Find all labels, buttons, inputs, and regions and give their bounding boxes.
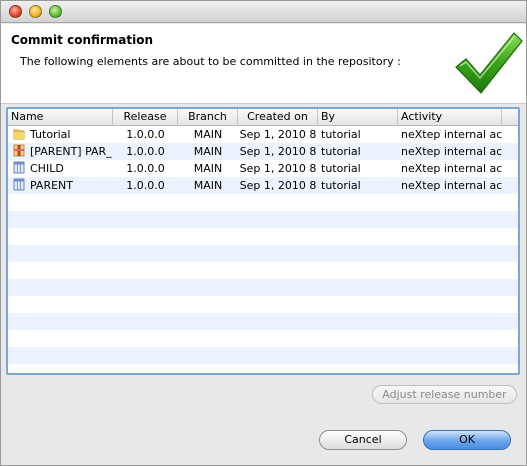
column-header-release[interactable]: Release bbox=[113, 109, 178, 125]
table-icon bbox=[13, 178, 25, 191]
column-header-name[interactable]: Name bbox=[8, 109, 113, 125]
cell-created-on: Sep 1, 2010 8 bbox=[239, 145, 317, 158]
cell-created-on: Sep 1, 2010 8 bbox=[239, 162, 317, 175]
cell-name-text: [PARENT] PAR_ bbox=[30, 145, 112, 158]
cell-by: tutorial bbox=[321, 179, 361, 192]
table-header: Name Release Branch Created on By Activi… bbox=[8, 109, 518, 126]
close-window-button[interactable] bbox=[9, 5, 22, 18]
empty-table-row bbox=[8, 347, 518, 364]
cell-branch: MAIN bbox=[193, 128, 223, 141]
table-row[interactable]: Tutorial 1.0.0.0 MAIN Sep 1, 2010 8 tutorial… bbox=[8, 126, 518, 143]
dialog-subtitle: The following elements are about to be c… bbox=[20, 55, 401, 68]
empty-table-row bbox=[8, 330, 518, 347]
cell-activity: neXtep internal ac bbox=[401, 145, 502, 158]
cancel-button[interactable]: Cancel bbox=[319, 430, 407, 450]
table-row[interactable]: PARENT 1.0.0.0 MAIN Sep 1, 2010 8 tutorial ne… bbox=[8, 177, 518, 194]
column-header-filler bbox=[502, 109, 518, 125]
table-icon bbox=[13, 161, 25, 174]
cell-created-on: Sep 1, 2010 8 bbox=[239, 128, 317, 141]
column-header-activity[interactable]: Activity bbox=[398, 109, 502, 125]
empty-table-row bbox=[8, 296, 518, 313]
column-header-by[interactable]: By bbox=[318, 109, 398, 125]
dialog-title: Commit confirmation bbox=[11, 33, 154, 47]
cell-name: Tutorial bbox=[13, 126, 113, 143]
cell-name: PARENT bbox=[13, 177, 113, 194]
cell-created-on: Sep 1, 2010 8 bbox=[239, 179, 317, 192]
column-header-created-on[interactable]: Created on bbox=[238, 109, 318, 125]
empty-table-row bbox=[8, 245, 518, 262]
empty-table-row bbox=[8, 262, 518, 279]
dialog-header: Commit confirmation The following elemen… bbox=[1, 24, 526, 104]
empty-table-row bbox=[8, 228, 518, 245]
folder-icon bbox=[13, 127, 25, 140]
cell-by: tutorial bbox=[321, 145, 361, 158]
title-bar bbox=[1, 1, 526, 23]
cell-name-text: CHILD bbox=[30, 162, 64, 175]
adjust-release-number-button[interactable]: Adjust release number bbox=[372, 385, 517, 404]
cell-name-text: Tutorial bbox=[30, 128, 71, 141]
cell-by: tutorial bbox=[321, 162, 361, 175]
commit-elements-table[interactable]: Name Release Branch Created on By Activi… bbox=[6, 107, 520, 375]
table-row[interactable]: CHILD 1.0.0.0 MAIN Sep 1, 2010 8 tutorial neX… bbox=[8, 160, 518, 177]
cell-branch: MAIN bbox=[193, 162, 223, 175]
package-icon bbox=[13, 144, 25, 157]
column-header-branch[interactable]: Branch bbox=[178, 109, 238, 125]
cell-branch: MAIN bbox=[193, 145, 223, 158]
table-row[interactable]: [PARENT] PAR_ 1.0.0.0 MAIN Sep 1, 2010 8 tut… bbox=[8, 143, 518, 160]
empty-table-row bbox=[8, 279, 518, 296]
cell-release: 1.0.0.0 bbox=[126, 145, 165, 158]
empty-table-row bbox=[8, 211, 518, 228]
cell-name: CHILD bbox=[13, 160, 113, 177]
minimize-window-button[interactable] bbox=[29, 5, 42, 18]
cell-by: tutorial bbox=[321, 128, 361, 141]
cell-name-text: PARENT bbox=[30, 179, 73, 192]
cell-branch: MAIN bbox=[193, 179, 223, 192]
green-checkmark-icon bbox=[455, 32, 523, 94]
cell-release: 1.0.0.0 bbox=[126, 128, 165, 141]
cell-activity: neXtep internal ac bbox=[401, 179, 502, 192]
cell-release: 1.0.0.0 bbox=[126, 162, 165, 175]
empty-table-row bbox=[8, 313, 518, 330]
ok-button[interactable]: OK bbox=[423, 430, 511, 450]
cell-activity: neXtep internal ac bbox=[401, 128, 502, 141]
cell-name: [PARENT] PAR_ bbox=[13, 143, 113, 160]
cell-release: 1.0.0.0 bbox=[126, 179, 165, 192]
empty-table-row bbox=[8, 194, 518, 211]
cell-activity: neXtep internal ac bbox=[401, 162, 502, 175]
zoom-window-button[interactable] bbox=[49, 5, 62, 18]
commit-confirmation-dialog: Commit confirmation The following elemen… bbox=[0, 0, 527, 466]
